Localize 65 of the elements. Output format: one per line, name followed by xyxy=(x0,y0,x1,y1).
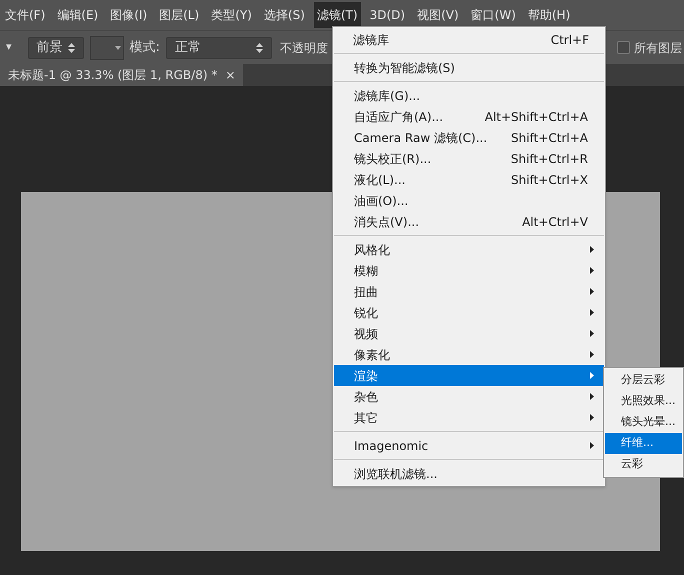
shortcut-label: Shift+Ctrl+X xyxy=(511,172,588,188)
mode-select[interactable]: 正常 xyxy=(166,36,272,58)
menu-item[interactable]: 消失点(V)... Alt+Ctrl+V xyxy=(334,211,604,232)
menu-item[interactable]: 分层云彩 xyxy=(605,370,682,391)
menu-item[interactable]: 云彩 xyxy=(605,454,682,475)
menu-bar-item[interactable]: 文件(F) xyxy=(2,2,48,28)
swatch-select[interactable] xyxy=(90,36,124,60)
document-tab[interactable]: 未标题-1 @ 33.3% (图层 1, RGB/8) * × xyxy=(0,64,244,86)
shortcut-label: Ctrl+F xyxy=(550,32,589,48)
submenu-arrow-icon xyxy=(590,414,594,421)
submenu-arrow-icon xyxy=(590,393,594,400)
submenu-arrow-icon xyxy=(590,372,594,379)
menu-bar-item[interactable]: 图层(L) xyxy=(156,2,202,28)
menu-item[interactable]: 模糊 xyxy=(334,260,604,281)
submenu-arrow-icon xyxy=(590,267,594,274)
submenu-arrow-icon xyxy=(590,288,594,295)
menu-bar-item[interactable]: 窗口(W) xyxy=(468,2,519,28)
menu-bar-item[interactable]: 选择(S) xyxy=(260,2,308,28)
mode-label: 模式: xyxy=(130,38,160,57)
menu-item[interactable]: 滤镜库(G)... xyxy=(334,85,604,106)
source-select[interactable]: 前景 xyxy=(28,36,84,58)
submenu-arrow-icon xyxy=(590,442,594,449)
menu-item[interactable]: 转换为智能滤镜(S) xyxy=(334,57,604,78)
checkbox-label: 所有图层 xyxy=(634,40,682,56)
menu-item[interactable]: 其它 xyxy=(334,407,604,428)
submenu-arrow-icon xyxy=(590,246,594,253)
stepper-icon xyxy=(256,42,263,52)
menu-item[interactable]: 浏览联机滤镜... xyxy=(334,463,604,484)
menu-bar-item[interactable]: 类型(Y) xyxy=(208,2,255,28)
menu-item[interactable]: 视频 xyxy=(334,323,604,344)
close-icon[interactable]: × xyxy=(225,66,236,84)
menu-bar-item[interactable]: 3D(D) xyxy=(366,2,408,28)
menu-item[interactable]: 镜头光晕... xyxy=(605,412,682,433)
preset-caret[interactable]: ▾ xyxy=(6,39,12,56)
menu-item[interactable]: 液化(L)... Shift+Ctrl+X xyxy=(334,169,604,190)
menu-bar-item[interactable]: 帮助(H) xyxy=(524,2,574,28)
menu-item[interactable]: 滤镜库 Ctrl+F xyxy=(333,29,605,50)
submenu-arrow-icon xyxy=(590,330,594,337)
menu-item[interactable]: Camera Raw 滤镜(C)... Shift+Ctrl+A xyxy=(334,127,604,148)
shortcut-label: Alt+Shift+Ctrl+A xyxy=(484,108,588,126)
menu-bar-item[interactable]: 编辑(E) xyxy=(54,2,102,28)
menu-item[interactable]: 纤维... xyxy=(605,433,682,454)
checkbox[interactable] xyxy=(617,41,630,54)
menu-item[interactable]: 扭曲 xyxy=(334,281,604,302)
shortcut-label: Shift+Ctrl+R xyxy=(510,150,588,168)
menu-item[interactable]: 光照效果... xyxy=(605,391,682,412)
shortcut-label: Shift+Ctrl+A xyxy=(511,130,588,146)
submenu-arrow-icon xyxy=(590,351,594,358)
menu-item[interactable]: 像素化 xyxy=(334,344,604,365)
menu-item[interactable]: 锐化 xyxy=(334,302,604,323)
menu-item[interactable]: 镜头校正(R)... Shift+Ctrl+R xyxy=(334,148,604,169)
shortcut-label: Alt+Ctrl+V xyxy=(522,214,588,230)
menu-item[interactable]: 油画(O)... xyxy=(334,190,604,211)
menu-item[interactable]: 自适应广角(A)... Alt+Shift+Ctrl+A xyxy=(334,106,604,127)
menu-bar-item[interactable]: 图像(I) xyxy=(107,2,150,28)
menu-bar-item[interactable]: 滤镜(T) xyxy=(314,2,361,28)
opacity-label: 不透明度 xyxy=(280,40,328,56)
menu-item[interactable]: 渲染 xyxy=(334,365,604,386)
menu-item[interactable]: Imagenomic xyxy=(334,435,604,456)
menu-item[interactable]: 杂色 xyxy=(334,386,604,407)
stepper-icon xyxy=(68,42,75,52)
submenu-arrow-icon xyxy=(590,309,594,316)
menu-bar-item[interactable]: 视图(V) xyxy=(414,2,462,28)
caret-icon xyxy=(114,46,121,50)
menu-item[interactable]: 风格化 xyxy=(334,239,604,260)
